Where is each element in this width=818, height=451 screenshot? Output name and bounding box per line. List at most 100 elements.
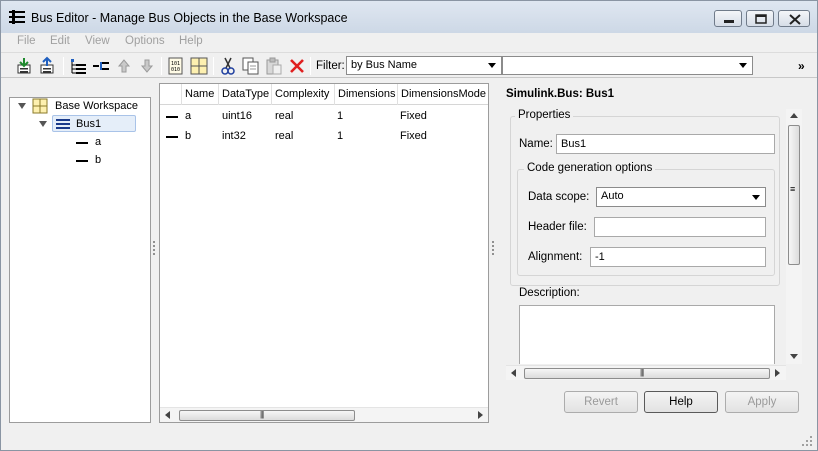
- elements-grid: Name DataType Complexity Dimensions Dime…: [159, 83, 489, 423]
- bus-editor-window: Bus Editor - Manage Bus Objects in the B…: [0, 0, 818, 451]
- minimize-icon: [724, 20, 734, 23]
- cut-button[interactable]: [218, 56, 238, 76]
- data-scope-label: Data scope:: [528, 191, 590, 203]
- apply-button[interactable]: Apply: [725, 391, 799, 413]
- title-bar: Bus Editor - Manage Bus Objects in the B…: [1, 1, 817, 33]
- menu-edit[interactable]: Edit: [50, 35, 70, 47]
- resize-grip-icon[interactable]: [801, 435, 813, 447]
- cell-complexity: real: [275, 110, 294, 122]
- bus-tree: Base Workspace Bus1 a b: [9, 97, 151, 423]
- scroll-right-icon[interactable]: [775, 369, 780, 377]
- import-button[interactable]: [15, 56, 35, 76]
- filter-mode-select[interactable]: by Bus Name: [346, 56, 502, 75]
- name-field[interactable]: Bus1: [556, 134, 775, 154]
- pane-splitter[interactable]: [492, 241, 494, 257]
- filter-label: Filter:: [316, 60, 345, 72]
- column-header-datatype[interactable]: DataType: [219, 84, 272, 105]
- menu-options[interactable]: Options: [125, 35, 165, 47]
- filter-mode-value: by Bus Name: [351, 59, 418, 71]
- bus-editor-app-icon: [9, 10, 25, 24]
- data-scope-select[interactable]: Auto: [596, 187, 766, 207]
- cell-dimensionsmode: Fixed: [400, 130, 427, 142]
- table-row[interactable]: b int32 real 1 Fixed: [160, 126, 488, 146]
- copy-icon: [242, 57, 259, 75]
- tree-expand-icon[interactable]: [39, 121, 47, 127]
- delete-button[interactable]: [287, 56, 307, 76]
- window-title: Bus Editor - Manage Bus Objects in the B…: [31, 11, 348, 25]
- delete-icon: [290, 59, 304, 73]
- menu-view[interactable]: View: [85, 35, 110, 47]
- add-bus-icon: [71, 59, 86, 74]
- help-button[interactable]: Help: [644, 391, 718, 413]
- header-file-field[interactable]: [594, 217, 766, 237]
- cell-complexity: real: [275, 130, 294, 142]
- menu-file[interactable]: File: [17, 35, 36, 47]
- maximize-icon: [755, 14, 767, 24]
- tree-expand-icon[interactable]: [18, 103, 26, 109]
- header-file-label: Header file:: [528, 221, 587, 233]
- properties-hscroll-thumb[interactable]: |||: [524, 368, 770, 379]
- workspace-icon: [32, 98, 48, 114]
- spreadsheet-button[interactable]: [189, 56, 209, 76]
- svg-text:010: 010: [171, 67, 180, 73]
- scroll-left-icon[interactable]: [165, 411, 170, 419]
- column-header-dimensionsmode[interactable]: DimensionsMode: [398, 84, 488, 105]
- scroll-left-icon[interactable]: [511, 369, 516, 377]
- properties-scroll-thumb[interactable]: ≡: [788, 125, 800, 265]
- tree-item-bus1-label: Bus1: [76, 118, 102, 130]
- cell-dimensions: 1: [337, 110, 344, 122]
- column-header-name[interactable]: Name: [182, 84, 219, 105]
- matlab-file-button[interactable]: 101 010: [166, 56, 186, 76]
- close-button[interactable]: [778, 10, 810, 27]
- move-down-button[interactable]: [137, 56, 157, 76]
- column-header-dimensions[interactable]: Dimensions: [335, 84, 398, 105]
- cell-name: a: [185, 110, 192, 122]
- chevron-down-icon: [752, 195, 760, 200]
- scroll-right-icon[interactable]: [478, 411, 483, 419]
- tree-item-b[interactable]: b: [95, 154, 101, 166]
- cell-datatype: uint16: [222, 110, 252, 122]
- grid-horizontal-scrollbar[interactable]: |||: [160, 407, 488, 422]
- toolbar-overflow-icon[interactable]: »: [798, 59, 805, 73]
- add-element-icon: [93, 62, 109, 70]
- move-up-icon: [117, 59, 131, 73]
- tree-item-bus1[interactable]: Bus1: [52, 115, 136, 132]
- grid-header: Name DataType Complexity Dimensions Dime…: [160, 84, 488, 105]
- description-textarea[interactable]: [519, 305, 775, 364]
- toolbar: 101 010 Filter: by Bus Name »: [1, 52, 817, 78]
- revert-button[interactable]: Revert: [564, 391, 638, 413]
- chevron-down-icon: [488, 63, 496, 68]
- properties-vertical-scrollbar[interactable]: ≡: [786, 109, 802, 364]
- filter-text-combo[interactable]: [502, 56, 753, 75]
- add-bus-button[interactable]: [68, 56, 88, 76]
- signal-element-icon: [76, 160, 88, 162]
- paste-button[interactable]: [264, 56, 284, 76]
- alignment-field[interactable]: -1: [590, 247, 766, 267]
- description-label: Description:: [519, 287, 580, 299]
- signal-element-icon: [166, 136, 178, 138]
- minimize-button[interactable]: [714, 10, 742, 27]
- add-element-button[interactable]: [91, 56, 111, 76]
- tree-item-a[interactable]: a: [95, 136, 101, 148]
- scroll-up-icon[interactable]: [790, 113, 798, 118]
- codegen-group-label: Code generation options: [524, 162, 656, 174]
- bus-icon: [56, 119, 70, 129]
- matlab-file-icon: 101010: [168, 57, 183, 75]
- toolbar-separator: [213, 57, 214, 75]
- table-row[interactable]: a uint16 real 1 Fixed: [160, 106, 488, 126]
- import-icon: [17, 58, 31, 74]
- column-header-complexity[interactable]: Complexity: [272, 84, 335, 105]
- properties-horizontal-scrollbar[interactable]: |||: [506, 365, 786, 380]
- tree-item-base-workspace[interactable]: Base Workspace: [55, 100, 138, 112]
- export-button[interactable]: [38, 56, 58, 76]
- scroll-down-icon[interactable]: [790, 354, 798, 359]
- grid-scroll-thumb[interactable]: |||: [179, 410, 355, 421]
- cut-icon: [221, 57, 235, 75]
- copy-button[interactable]: [241, 56, 261, 76]
- toolbar-separator: [63, 57, 64, 75]
- move-up-button[interactable]: [114, 56, 134, 76]
- pane-splitter[interactable]: [153, 241, 155, 257]
- cell-datatype: int32: [222, 130, 246, 142]
- maximize-button[interactable]: [746, 10, 774, 27]
- menu-help[interactable]: Help: [179, 35, 203, 47]
